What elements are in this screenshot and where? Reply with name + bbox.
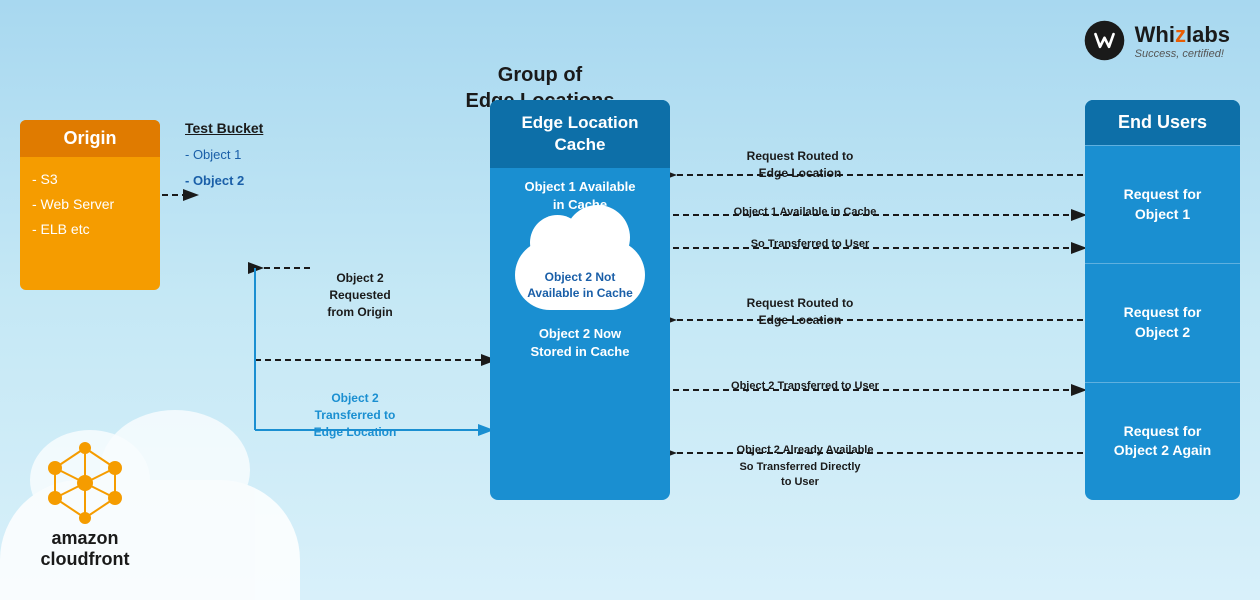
edge-cache-box: Edge LocationCache Object 1 Availablein … xyxy=(490,100,670,500)
so-transferred-1-label: So Transferred to User xyxy=(700,238,920,250)
test-bucket-obj2: - Object 2 xyxy=(185,168,305,194)
cloudfront-name: cloudfront xyxy=(41,549,130,570)
end-user-obj1: Request forObject 1 xyxy=(1085,145,1240,263)
obj2-already-available-label: Object 2 Already Available xyxy=(680,444,930,456)
cloudfront-logo: amazon cloudfront xyxy=(40,438,130,570)
origin-s3: - S3 xyxy=(32,167,148,192)
end-user-obj2: Request forObject 2 xyxy=(1085,263,1240,381)
origin-elb: - ELB etc xyxy=(32,217,148,242)
cloudfront-network-icon xyxy=(40,438,130,528)
whizlabs-name: Whizlabs xyxy=(1135,22,1230,48)
end-user-obj2-again: Request forObject 2 Again xyxy=(1085,382,1240,500)
origin-webserver: - Web Server xyxy=(32,192,148,217)
origin-header: Origin xyxy=(20,120,160,157)
edge-cache-header: Edge LocationCache xyxy=(490,100,670,168)
end-users-header: End Users xyxy=(1085,100,1240,145)
cache-cloud-text: Object 2 NotAvailable in Cache xyxy=(515,270,645,301)
request-routed-2-label: Request Routed toEdge Location xyxy=(700,295,900,329)
so-transferred-directly-label: So Transferred Directlyto User xyxy=(690,460,910,491)
cloudfront-text: amazon cloudfront xyxy=(41,528,130,570)
obj2-transferred-label: Object 2Transferred toEdge Location xyxy=(300,390,410,440)
test-bucket-obj1: - Object 1 xyxy=(185,142,305,168)
edge-cache-obj2-stored: Object 2 NowStored in Cache xyxy=(523,315,638,371)
origin-box: Origin - S3 - Web Server - ELB etc xyxy=(20,120,160,290)
obj1-available-cache-label: Object 1 Available in Cache xyxy=(680,206,930,218)
obj2-transferred-user-label: Object 2 Transferred to User xyxy=(680,380,930,392)
whizlabs-text: Whizlabs Success, certified! xyxy=(1135,22,1230,60)
test-bucket-area: Test Bucket - Object 1 - Object 2 xyxy=(185,120,305,194)
whizlabs-tagline: Success, certified! xyxy=(1135,48,1230,60)
whizlabs-logo: Whizlabs Success, certified! xyxy=(1082,18,1230,63)
obj2-requested-label: Object 2Requestedfrom Origin xyxy=(310,270,410,320)
cache-cloud: Object 2 NotAvailable in Cache xyxy=(515,230,645,310)
cloudfront-amazon: amazon xyxy=(41,528,130,549)
request-routed-1-label: Request Routed toEdge Location xyxy=(700,148,900,182)
origin-body: - S3 - Web Server - ELB etc xyxy=(20,157,160,253)
test-bucket-label: Test Bucket xyxy=(185,120,305,136)
end-users-box: End Users Request forObject 1 Request fo… xyxy=(1085,100,1240,500)
test-bucket-items: - Object 1 - Object 2 xyxy=(185,142,305,194)
